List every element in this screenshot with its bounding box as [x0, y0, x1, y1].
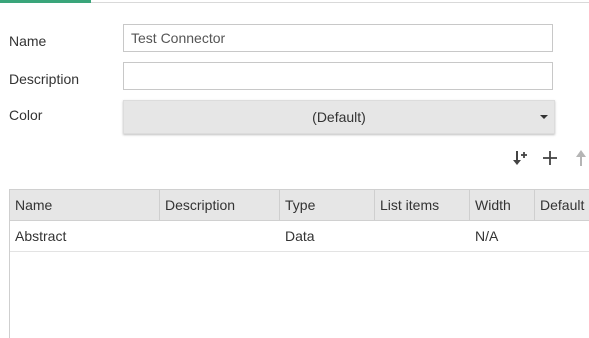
- arrow-up-icon: [576, 150, 586, 166]
- table-row[interactable]: Abstract Data N/A: [10, 221, 589, 252]
- cell-description: [160, 221, 280, 251]
- cell-width: N/A: [475, 228, 499, 244]
- column-header-type[interactable]: Type: [280, 190, 375, 220]
- cell-name: Abstract: [15, 228, 67, 244]
- column-header-default[interactable]: Default: [535, 190, 589, 220]
- fields-table: Name Description Type List items Width D…: [9, 189, 589, 338]
- table-header: Name Description Type List items Width D…: [10, 189, 589, 221]
- cell-default: [535, 221, 589, 251]
- column-header-width[interactable]: Width: [470, 190, 535, 220]
- color-dropdown[interactable]: (Default): [123, 100, 555, 134]
- cell-type: Data: [285, 228, 315, 244]
- chevron-down-icon: [540, 115, 548, 119]
- add-button[interactable]: [539, 146, 561, 170]
- column-header-description[interactable]: Description: [160, 190, 280, 220]
- plus-icon: [543, 151, 557, 165]
- active-tab-indicator: [0, 0, 91, 3]
- color-label: Color: [9, 107, 43, 123]
- sort-add-button[interactable]: [508, 146, 530, 170]
- name-label: Name: [9, 33, 47, 49]
- description-label: Description: [9, 71, 80, 87]
- color-dropdown-value: (Default): [312, 109, 366, 125]
- move-up-button[interactable]: [570, 146, 589, 170]
- column-header-name[interactable]: Name: [10, 190, 160, 220]
- column-header-list-items[interactable]: List items: [375, 190, 470, 220]
- cell-list-items: [375, 221, 470, 251]
- sort-add-icon: [513, 151, 527, 165]
- description-input[interactable]: [123, 62, 553, 90]
- tab-divider: [91, 2, 589, 3]
- name-input[interactable]: [123, 24, 553, 52]
